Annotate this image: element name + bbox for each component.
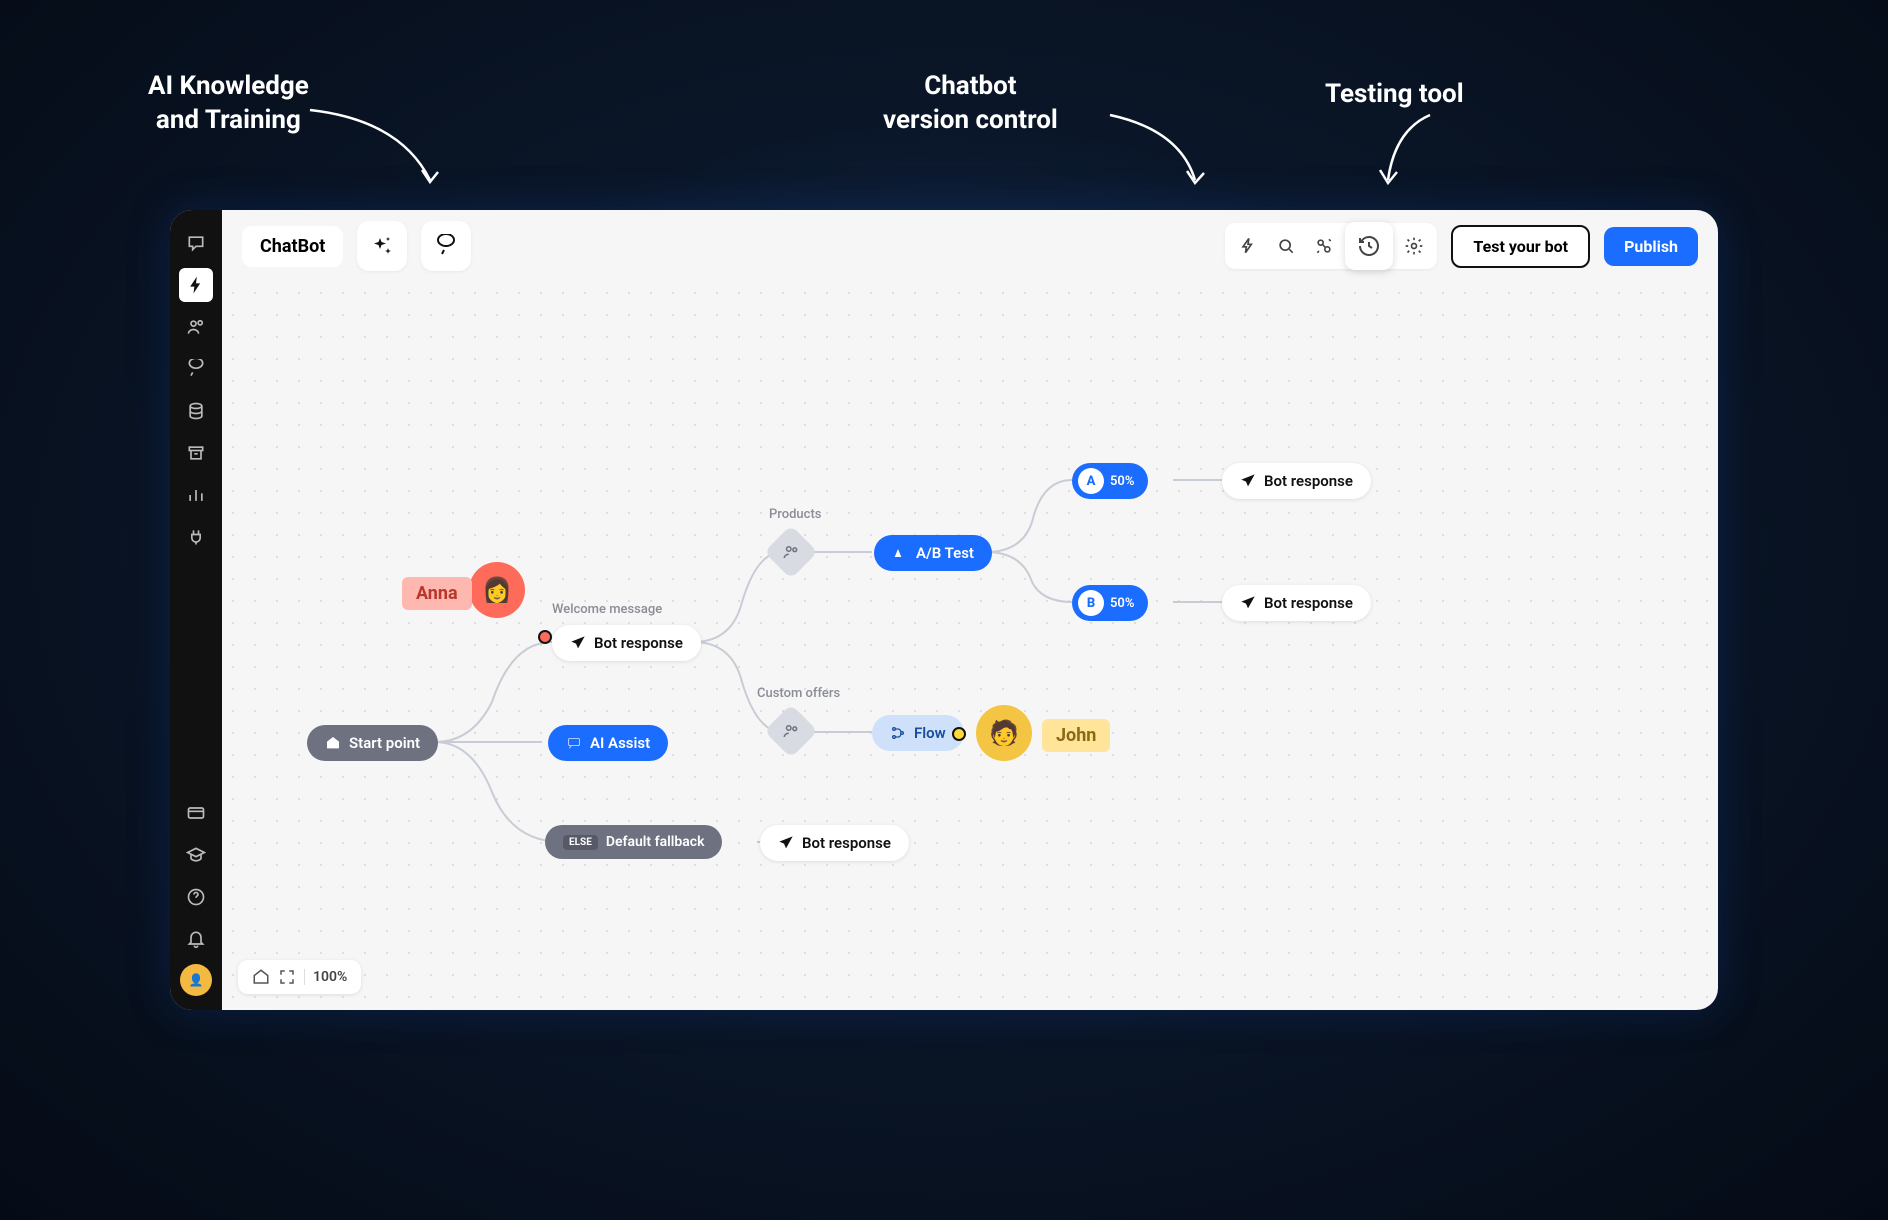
node-label: Flow [914,724,946,742]
sidebar-conversation-icon[interactable] [179,352,213,386]
variant-badge: A [1078,468,1104,494]
bot-response-b-node[interactable]: Bot response [1222,585,1371,621]
node-label: Bot response [1264,472,1353,490]
unplug-icon[interactable] [1305,227,1343,265]
bolt-icon[interactable] [1229,227,1267,265]
publish-button[interactable]: Publish [1604,227,1698,266]
flow-canvas[interactable]: Start point AI Assist Welcome message Bo… [222,282,1718,1010]
default-fallback-node[interactable]: ELSE Default fallback [545,825,722,859]
sidebar-education-icon[interactable] [179,838,213,872]
toolbar-group [1225,223,1437,269]
sidebar-help-icon[interactable] [179,880,213,914]
else-tag: ELSE [563,835,598,850]
app-frame: 👤 ChatBot Test your bot Publish [170,210,1718,1010]
variant-b-node[interactable]: B 50% [1072,585,1148,621]
products-label: Products [769,507,821,522]
history-icon[interactable] [1345,222,1393,270]
zoom-controls: 100% [238,960,361,994]
abtest-node[interactable]: A/B Test [874,535,992,571]
connectors [222,282,1718,1010]
settings-icon[interactable] [1395,227,1433,265]
ai-sparkle-button[interactable] [357,221,407,271]
sidebar-archive-icon[interactable] [179,436,213,470]
variant-badge: B [1078,590,1104,616]
sidebar-analytics-icon[interactable] [179,478,213,512]
node-label: Start point [349,734,420,752]
ai-assist-node[interactable]: AI Assist [548,725,668,761]
sidebar-database-icon[interactable] [179,394,213,428]
flow-node[interactable]: Flow [872,715,964,751]
arrow-icon [1370,110,1450,195]
sidebar-plug-icon[interactable] [179,520,213,554]
sidebar-chat-icon[interactable] [179,226,213,260]
sidebar-card-icon[interactable] [179,796,213,830]
sidebar-users-icon[interactable] [179,310,213,344]
arrow-icon [300,100,460,200]
welcome-bot-response-node[interactable]: Bot response [552,625,701,661]
node-label: Default fallback [606,834,705,850]
topbar: ChatBot Test your bot Publish [222,210,1718,282]
bot-response-a-node[interactable]: Bot response [1222,463,1371,499]
node-label: AI Assist [590,734,650,752]
test-bot-button[interactable]: Test your bot [1451,225,1590,268]
app-title: ChatBot [242,226,343,267]
anna-label: Anna [402,577,472,610]
zoom-level: 100% [304,969,347,985]
john-avatar: 🧑 [976,705,1032,761]
anna-avatar: 👩 [469,562,525,618]
arrow-icon [1100,105,1220,195]
sidebar-avatar[interactable]: 👤 [180,964,212,996]
variant-pct: 50% [1110,596,1134,611]
sidebar-bell-icon[interactable] [179,922,213,956]
anna-cursor-dot [538,630,552,644]
john-label: John [1042,719,1110,752]
help-chat-button[interactable] [421,221,471,271]
john-cursor-dot [952,727,966,741]
start-node[interactable]: Start point [307,725,438,761]
search-icon[interactable] [1267,227,1305,265]
sidebar-bolt-icon[interactable] [179,268,213,302]
node-label: A/B Test [916,544,974,562]
variant-a-node[interactable]: A 50% [1072,463,1148,499]
callout-testing-tool: Testing tool [1325,78,1464,112]
welcome-label: Welcome message [552,602,662,617]
sidebar: 👤 [170,210,222,1010]
node-label: Bot response [802,834,891,852]
custom-offers-label: Custom offers [757,686,840,701]
node-label: Bot response [1264,594,1353,612]
variant-pct: 50% [1110,474,1134,489]
node-label: Bot response [594,634,683,652]
callout-ai-knowledge: AI Knowledge and Training [148,70,309,138]
bot-response-fallback-node[interactable]: Bot response [760,825,909,861]
home-icon[interactable] [252,968,270,986]
expand-icon[interactable] [278,968,296,986]
callout-version-control: Chatbot version control [883,70,1058,138]
